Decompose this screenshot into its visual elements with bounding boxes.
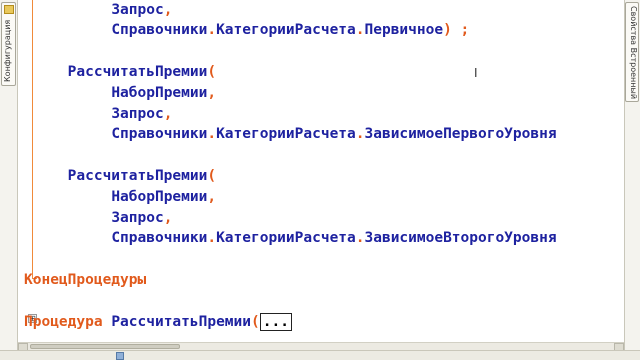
- properties-tab[interactable]: Свойства Встроенный язык: [625, 2, 639, 102]
- code-operator: .: [355, 22, 365, 38]
- code-line: Запрос,: [24, 208, 172, 228]
- code-operator: ,: [163, 2, 173, 18]
- code-operator: .: [355, 230, 365, 246]
- code-identifier: НаборПремии: [111, 85, 208, 101]
- code-line: Справочники.КатегорииРасчета.Первичное) …: [24, 20, 469, 40]
- code-editor[interactable]: ⊞ Запрос, Справочники.КатегорииРасчета.П…: [18, 0, 614, 342]
- code-operator: .: [207, 126, 217, 142]
- code-operator: ,: [207, 189, 217, 205]
- code-identifier: РассчитатьПремии: [67, 168, 208, 184]
- code-identifier: КатегорииРасчета: [216, 230, 356, 246]
- code-operator: ): [443, 22, 452, 38]
- code-identifier: НаборПремии: [111, 189, 208, 205]
- code-operator: .: [207, 22, 217, 38]
- code-identifier: Первичное: [364, 22, 444, 38]
- code-operator: ,: [163, 106, 173, 122]
- code-operator: ;: [451, 22, 470, 38]
- window-icon: [116, 352, 124, 360]
- code-line: Справочники.КатегорииРасчета.ЗависимоеВт…: [24, 228, 557, 248]
- collapsed-code-marker[interactable]: ...: [259, 313, 292, 331]
- code-operator: (: [207, 168, 217, 184]
- code-keyword: КонецПроцедуры: [24, 272, 147, 288]
- code-keyword: Процедура: [24, 314, 103, 330]
- left-panel-strip: Конфигурация: [0, 0, 18, 350]
- configuration-tab-label: Конфигурация: [3, 19, 12, 83]
- code-identifier: РассчитатьПремии: [67, 64, 208, 80]
- code-line: КонецПроцедуры: [24, 270, 146, 290]
- code-line: РассчитатьПремии(: [24, 62, 216, 82]
- properties-tab-label: Свойства Встроенный язык: [629, 6, 638, 100]
- code-identifier: Запрос: [111, 210, 164, 226]
- configuration-icon: [4, 5, 14, 14]
- code-operator: ,: [163, 210, 173, 226]
- code-operator: [103, 314, 112, 330]
- code-identifier: Запрос: [111, 2, 164, 18]
- code-identifier: ЗависимоеПервогоУровня: [364, 126, 557, 142]
- text-cursor-icon: I: [474, 66, 478, 80]
- code-identifier: КатегорииРасчета: [216, 22, 356, 38]
- right-panel-strip: Свойства Встроенный язык: [624, 0, 640, 350]
- horizontal-scrollbar[interactable]: [18, 342, 624, 351]
- code-identifier: Справочники: [111, 230, 208, 246]
- code-identifier: Справочники: [111, 126, 208, 142]
- code-line: РассчитатьПремии(: [24, 166, 216, 186]
- status-bar: [0, 350, 640, 360]
- code-operator: .: [355, 126, 365, 142]
- code-line: Процедура РассчитатьПремии(...: [24, 312, 292, 332]
- code-identifier: Справочники: [111, 22, 208, 38]
- code-line: Запрос,: [24, 104, 172, 124]
- code-identifier: Запрос: [111, 106, 164, 122]
- code-operator: ,: [207, 85, 217, 101]
- code-operator: .: [207, 230, 217, 246]
- code-identifier: РассчитатьПремии: [111, 314, 251, 330]
- code-line: Справочники.КатегорииРасчета.ЗависимоеПе…: [24, 124, 557, 144]
- code-line: НаборПремии,: [24, 187, 216, 207]
- code-operator: (: [207, 64, 217, 80]
- scrollbar-thumb[interactable]: [30, 344, 180, 349]
- code-operator: (: [251, 314, 260, 330]
- code-identifier: КатегорииРасчета: [216, 126, 356, 142]
- code-line: НаборПремии,: [24, 83, 216, 103]
- configuration-tab[interactable]: Конфигурация: [1, 2, 16, 86]
- code-line: Запрос,: [24, 0, 172, 20]
- code-identifier: ЗависимоеВторогоУровня: [364, 230, 557, 246]
